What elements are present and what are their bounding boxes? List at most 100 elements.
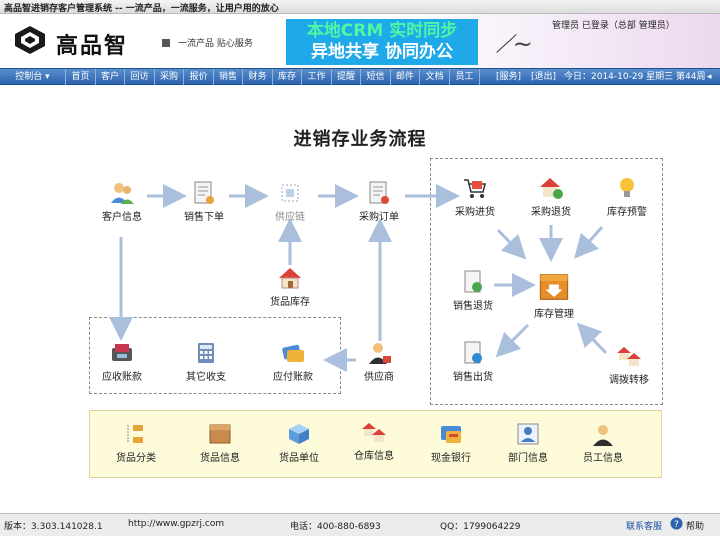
banner-line2: 异地共享 协同办公 [311,42,453,62]
btn-goods-info-label: 货品信息 [200,453,240,464]
nav-scroll-icon[interactable]: ◂ [707,69,712,85]
nav-sms[interactable]: 短信 [361,69,391,85]
nav-exit[interactable]: [退出] [531,69,556,85]
window-title: 高品智进销存客户管理系统 -- 一流产品，一流服务，让用户用的放心 [4,4,279,14]
house-icon [279,268,301,289]
bank-card-icon [441,426,461,443]
node-purchase-return-label: 采购退货 [531,207,571,218]
node-stock-mgmt[interactable]: 库存管理 [519,271,589,320]
node-sales-order[interactable]: 销售下单 [169,180,239,223]
btn-goods-unit-label: 货品单位 [279,453,319,464]
banner-line1: 本地CRM 实时同步 [306,21,458,41]
node-sales-out[interactable]: 销售出货 [438,340,508,383]
node-payable-label: 应付账款 [273,372,313,383]
help-link[interactable]: 帮助 [686,519,704,532]
supply-chain-icon [281,184,299,202]
nav-date: 今日：2014-10-29 星期三 第44周 [564,72,706,82]
website-link[interactable]: http://www.gpzrj.com [128,519,224,529]
company-logo-icon [15,26,45,54]
btn-goods-category-label: 货品分类 [116,453,156,464]
btn-goods-category[interactable]: 货品分类 [101,421,171,464]
btn-staff-info[interactable]: 员工信息 [568,421,638,464]
nav-customer[interactable]: 客户 [96,69,125,85]
employee-icon [593,425,613,446]
node-supply-chain-label: 供应链 [275,212,305,223]
cube-icon [289,424,309,444]
shopping-cart-icon [464,179,486,198]
node-sales-return-label: 销售退货 [453,301,493,312]
box-icon [209,424,231,444]
nav-staff[interactable]: 员工 [450,69,480,85]
node-sales-out-label: 销售出货 [453,372,493,383]
node-sales-order-label: 销售下单 [184,212,224,223]
node-purchase-order[interactable]: 采购订单 [344,180,414,223]
node-supply-chain[interactable]: 供应链 [255,180,325,223]
node-payable[interactable]: 应付账款 [258,340,328,383]
warehouse-icon [362,423,386,442]
customer-icon [111,183,134,204]
node-receivable[interactable]: 应收账款 [87,340,157,383]
qq-label: QQ：1799064229 [440,522,521,532]
node-supplier-label: 供应商 [364,372,394,383]
btn-warehouse-info[interactable]: 仓库信息 [339,419,409,462]
nav-console[interactable]: 控制台 ▾ [0,69,66,85]
node-stock-alert[interactable]: 库存预警 [592,175,662,218]
node-receivable-label: 应收账款 [102,372,142,383]
node-purchase-order-label: 采购订单 [359,212,399,223]
nav-inventory[interactable]: 库存 [273,69,302,85]
nav-quote[interactable]: 报价 [184,69,214,85]
btn-goods-info[interactable]: 货品信息 [185,421,255,464]
node-customer-label: 客户信息 [102,212,142,223]
nav-home[interactable]: 首页 [66,69,96,85]
nav-work[interactable]: 工作 [302,69,332,85]
contact-service-link[interactable]: 联系客服 [626,519,662,532]
nav-purchase[interactable]: 采购 [155,69,184,85]
nav-finance[interactable]: 财务 [243,69,273,85]
node-purchase-return[interactable]: 采购退货 [516,175,586,218]
btn-department-info[interactable]: 部门信息 [493,421,563,464]
category-tree-icon [127,425,143,443]
house-return-icon [540,178,563,199]
btn-staff-info-label: 员工信息 [583,453,623,464]
node-transfer[interactable]: 调拨转移 [594,343,664,386]
status-bar: 版本：3.303.141028.1 http://www.gpzrj.com 电… [0,513,720,536]
help-icon[interactable]: ? [670,517,683,533]
nav-docs[interactable]: 文档 [420,69,450,85]
purchase-order-icon [369,181,389,204]
node-stock-alert-label: 库存预警 [607,207,647,218]
nav-sales[interactable]: 销售 [214,69,243,85]
ad-banner[interactable]: 本地CRM 实时同步 异地共享 协同办公 [286,19,478,65]
node-customer[interactable]: 客户信息 [87,180,157,223]
phone-label: 电话：400-880-6893 [290,522,381,532]
window-titlebar: 高品智进销存客户管理系统 -- 一流产品，一流服务，让用户用的放心 [0,0,720,14]
node-goods-stock[interactable]: 货品库存 [255,265,325,308]
user-info: 管理员 已登录（总部 管理员） [552,21,675,31]
node-purchase-in[interactable]: 采购进货 [440,175,510,218]
cards-icon [282,344,304,362]
base-data-toolbar: 货品分类 货品信息 货品单位 仓库信息 现金银行 部门信息 员工信息 [89,410,662,478]
main-nav: 控制台 ▾ 首页 客户 回访 采购 报价 销售 财务 库存 工作 提醒 短信 邮… [0,68,720,85]
nav-visit[interactable]: 回访 [125,69,155,85]
return-doc-icon [464,270,482,293]
node-purchase-in-label: 采购进货 [455,207,495,218]
calculator-icon [198,343,214,363]
node-other-income[interactable]: 其它收支 [171,340,241,383]
node-transfer-label: 调拨转移 [609,375,649,386]
node-other-income-label: 其它收支 [186,372,226,383]
nav-service[interactable]: [服务] [496,69,521,85]
node-sales-return[interactable]: 销售退货 [438,269,508,312]
slogan: 一流产品 贴心服务 [178,39,253,49]
btn-goods-unit[interactable]: 货品单位 [264,421,334,464]
node-supplier[interactable]: 供应商 [344,340,414,383]
svg-text:?: ? [674,520,679,530]
nav-email[interactable]: 邮件 [391,69,420,85]
app-header: 高品智 一流产品 贴心服务 本地CRM 实时同步 异地共享 协同办公 ⟋~ 管理… [0,14,720,68]
btn-department-info-label: 部门信息 [508,453,548,464]
decorative-swoosh-icon: ⟋~ [496,30,533,58]
btn-warehouse-info-label: 仓库信息 [354,451,394,462]
inventory-box-icon [539,274,569,300]
btn-cash-bank[interactable]: 现金银行 [416,421,486,464]
nav-reminder[interactable]: 提醒 [332,69,361,85]
sales-doc-icon [464,341,482,364]
card-reader-icon [112,344,132,361]
